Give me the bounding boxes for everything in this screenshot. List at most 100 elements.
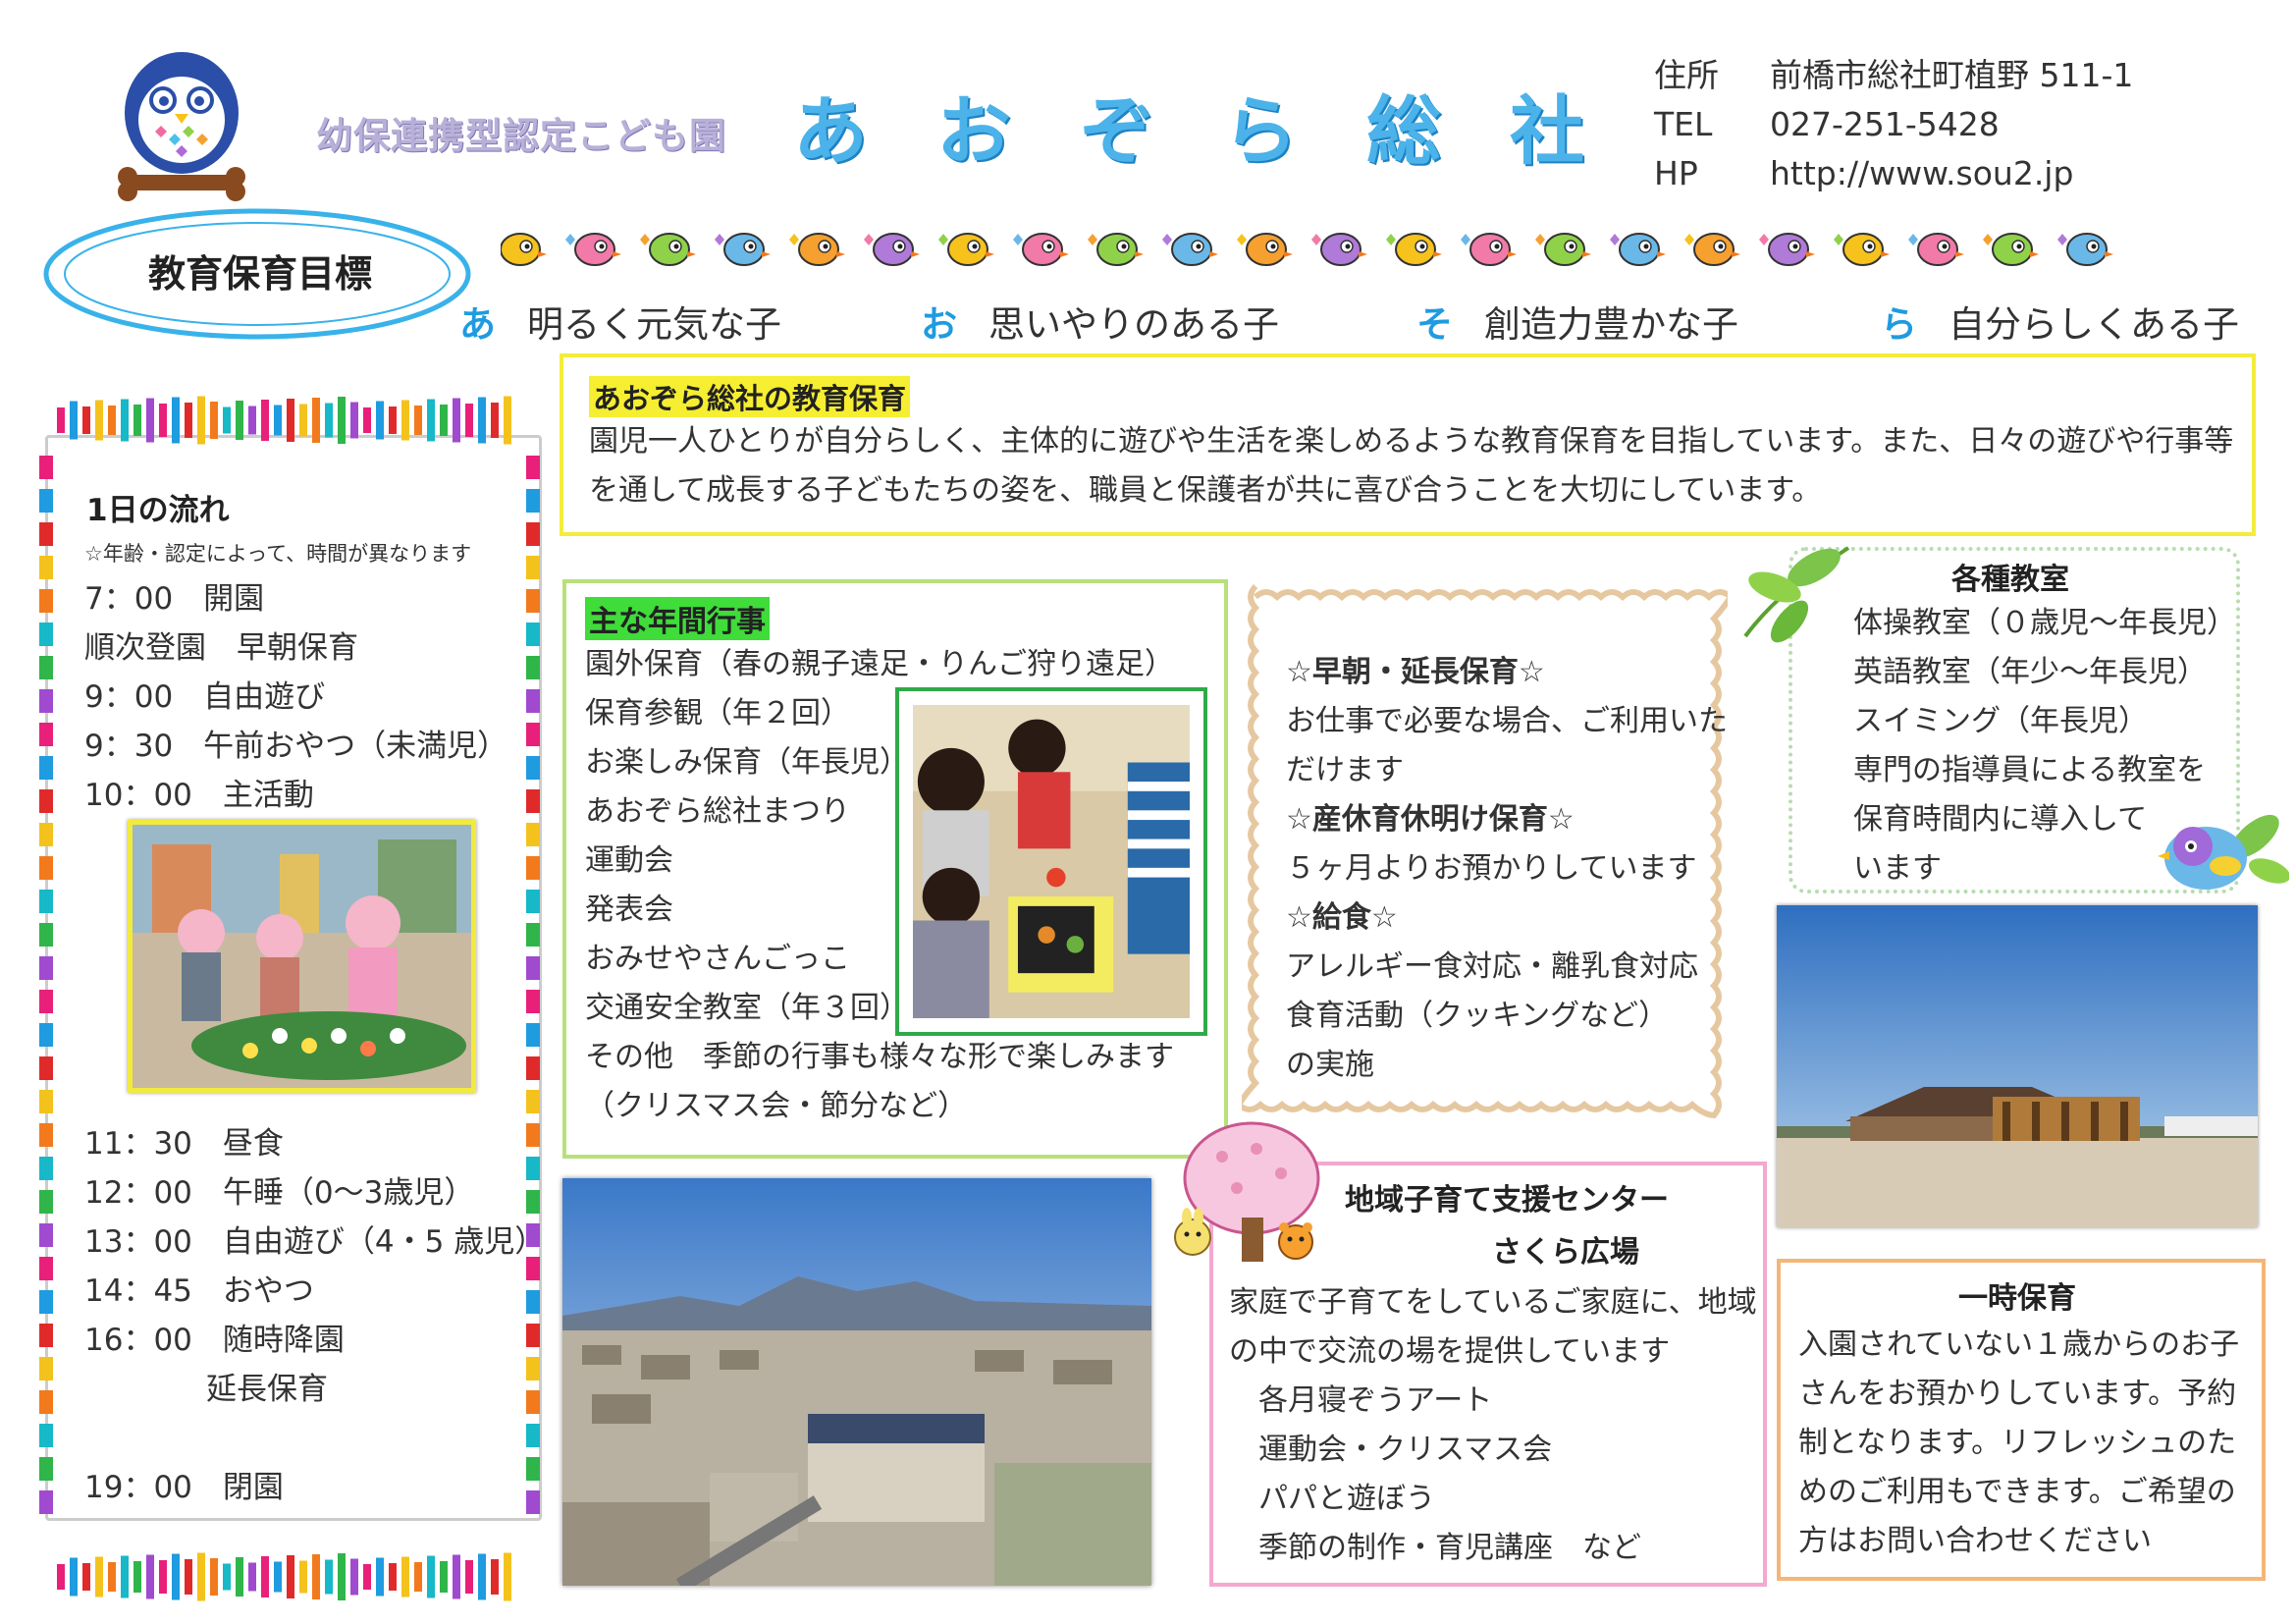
bird-icon bbox=[1908, 233, 1964, 266]
photo-building bbox=[1777, 905, 2258, 1227]
bird-garland-decoration bbox=[501, 233, 2113, 266]
events-title: 主な年間行事 bbox=[585, 597, 770, 640]
stripe-mark bbox=[159, 1560, 167, 1594]
stripe-mark bbox=[261, 400, 269, 441]
support-center-text: 家庭で子育てをしているご家庭に、地域 の中で交流の場を提供しています 各月寝ぞう… bbox=[1229, 1278, 1759, 1573]
stripe-mark bbox=[39, 856, 53, 880]
schedule-item: 19：00 閉園 bbox=[84, 1470, 284, 1505]
schedule-item: 9：30 午前おやつ（未満児） bbox=[84, 729, 508, 764]
schedule-list-morning: 7：00 開園 順次登園 早朝保育 9：00 自由遊び 9：30 午前おやつ（未… bbox=[84, 574, 507, 820]
bird-leaf-icon bbox=[2158, 814, 2289, 890]
goal-title: 教育保育目標 bbox=[147, 252, 372, 296]
stripe-mark bbox=[185, 403, 192, 438]
contact-hp[interactable]: HP http://www.sou2.jp bbox=[1654, 149, 2133, 198]
stripe-decoration-top bbox=[57, 396, 511, 445]
stripe-mark bbox=[39, 990, 53, 1013]
bird-icon bbox=[1684, 233, 1740, 266]
stripe-mark bbox=[414, 1562, 422, 1592]
schedule-item: 順次登園 早朝保育 bbox=[84, 630, 358, 666]
stripe-mark bbox=[526, 489, 540, 513]
schedule-list-afternoon: 11：30 昼食 12：00 午睡（0～3歳児） 13：00 自由遊び（4・5 … bbox=[84, 1119, 545, 1512]
stripe-mark bbox=[39, 1357, 53, 1380]
bird-icon bbox=[1088, 233, 1144, 266]
stripe-mark bbox=[133, 1561, 141, 1593]
stripe-mark bbox=[526, 456, 540, 479]
bird-icon bbox=[1311, 233, 1367, 266]
contact-address: 住所 前橋市総社町植野 511-1 bbox=[1654, 56, 2134, 94]
stripe-mark bbox=[478, 397, 486, 444]
contact-tel: TEL 027-251-5428 bbox=[1654, 105, 2000, 143]
stripe-mark bbox=[248, 406, 256, 435]
care-line: の実施 bbox=[1286, 1048, 1374, 1082]
event-item: （クリスマス会・節分など） bbox=[585, 1089, 968, 1123]
stripe-mark bbox=[526, 1023, 540, 1047]
stripe-mark bbox=[39, 723, 53, 746]
stripe-mark bbox=[197, 396, 205, 445]
bird-icon bbox=[565, 233, 621, 266]
stripe-mark bbox=[82, 406, 90, 434]
care-line: だけます bbox=[1286, 753, 1404, 787]
stripe-mark bbox=[526, 789, 540, 813]
care-heading: ☆産休育休明け保育☆ bbox=[1286, 802, 1575, 837]
schedule-item: 12：00 午睡（0～3歳児） bbox=[84, 1175, 475, 1211]
stripe-mark bbox=[526, 823, 540, 846]
stripe-mark bbox=[39, 756, 53, 780]
support-line: 家庭で子育てをしているご家庭に、地域 bbox=[1229, 1285, 1757, 1320]
stripe-mark bbox=[57, 407, 65, 433]
stripe-mark bbox=[39, 656, 53, 679]
stripe-mark bbox=[526, 656, 540, 679]
stripe-mark bbox=[210, 402, 218, 439]
education-title: あおぞら総社の教育保育 bbox=[589, 376, 911, 417]
bird-icon bbox=[1834, 233, 1890, 266]
stripe-mark bbox=[39, 623, 53, 646]
stripe-mark bbox=[39, 1490, 53, 1514]
class-item: スイミング（年長児） bbox=[1853, 704, 2148, 738]
stripe-mark bbox=[39, 1424, 53, 1447]
stripe-mark bbox=[70, 1557, 78, 1597]
stripe-mark bbox=[274, 1561, 282, 1593]
stripe-mark bbox=[108, 406, 116, 435]
subtitle: 幼保連携型認定こども園 bbox=[316, 115, 726, 157]
care-line: アレルギー食対応・離乳食対応 bbox=[1286, 949, 1698, 984]
care-heading: ☆早朝・延長保育☆ bbox=[1286, 655, 1545, 689]
stripe-mark bbox=[82, 1563, 90, 1591]
photo-children-flowers bbox=[128, 820, 476, 1093]
stripe-mark bbox=[401, 400, 409, 441]
stripe-mark bbox=[526, 923, 540, 947]
stripe-mark bbox=[39, 556, 53, 579]
stripe-mark bbox=[526, 589, 540, 613]
support-center-title: 地域子育て支援センター bbox=[1345, 1183, 1669, 1218]
schedule-item: 11：30 昼食 bbox=[84, 1126, 284, 1162]
stripe-mark bbox=[108, 1562, 116, 1592]
stripe-mark bbox=[39, 1056, 53, 1080]
stripe-mark bbox=[261, 1556, 269, 1597]
stripe-mark bbox=[39, 923, 53, 947]
support-activity: 運動会・クリスマス会 bbox=[1258, 1433, 1553, 1467]
education-text: 園児一人ひとりが自分らしく、主体的に遊びや生活を楽しめるような教育保育を目指して… bbox=[589, 424, 2234, 508]
stripe-mark bbox=[39, 956, 53, 980]
stripe-mark bbox=[146, 1554, 154, 1599]
stripe-mark bbox=[95, 1556, 103, 1597]
bird-icon bbox=[1759, 233, 1815, 266]
support-line: の中で交流の場を提供しています bbox=[1229, 1334, 1671, 1369]
stripe-mark bbox=[504, 1552, 511, 1601]
owl-logo-icon bbox=[118, 52, 245, 201]
stripe-mark bbox=[39, 1290, 53, 1314]
stripe-mark bbox=[350, 402, 358, 439]
stripe-mark bbox=[325, 403, 333, 438]
care-line: ５ヶ月よりお預かりしています bbox=[1286, 851, 1697, 886]
stripe-mark bbox=[39, 1390, 53, 1414]
stripe-mark bbox=[236, 1557, 243, 1597]
bird-icon bbox=[1013, 233, 1069, 266]
stripe-mark bbox=[338, 1553, 346, 1600]
stripe-mark bbox=[526, 1056, 540, 1080]
schedule-title: 1日の流れ bbox=[86, 493, 230, 528]
stripe-mark bbox=[363, 407, 371, 433]
bird-icon bbox=[1535, 233, 1591, 266]
stripe-mark bbox=[57, 1564, 65, 1590]
stripe-mark bbox=[287, 1555, 294, 1598]
schedule-item: 9：00 自由遊び bbox=[84, 679, 326, 715]
stripe-decoration-bottom bbox=[57, 1552, 511, 1601]
temporary-care-text: 入園されていない１歳からのお子さんをお預かりしています。予約制となります。リフレ… bbox=[1798, 1327, 2240, 1558]
stripe-mark bbox=[299, 1560, 307, 1594]
